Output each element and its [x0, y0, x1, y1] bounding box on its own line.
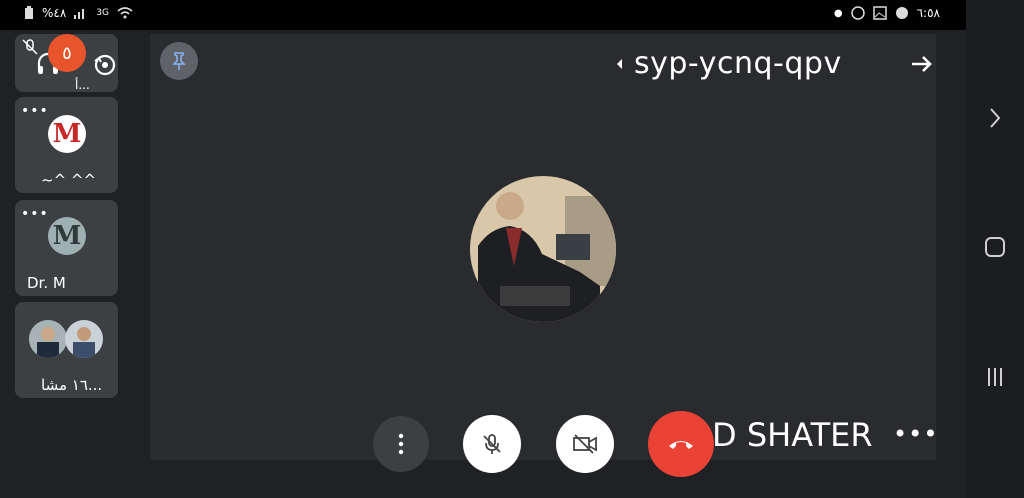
participant-label: Dr. M — [27, 274, 66, 292]
wifi-icon — [117, 7, 133, 19]
end-call-button[interactable] — [648, 411, 714, 477]
person-photo-icon — [29, 320, 67, 358]
pin-icon — [172, 52, 186, 70]
pin-button[interactable] — [160, 42, 198, 80]
avatar: M — [48, 217, 86, 255]
meeting-code: syp-ycnq-qpv — [634, 46, 842, 81]
battery-percent: %٤٨ — [42, 6, 67, 20]
mic-off-icon — [483, 434, 501, 454]
participant-label: ~^ ^^ — [41, 171, 97, 189]
nav-home-button[interactable] — [980, 232, 1010, 262]
more-options-button[interactable] — [373, 416, 429, 472]
nav-recents-icon — [988, 368, 1002, 386]
participant-count-badge[interactable]: ٥ — [48, 34, 86, 72]
participant-tile[interactable]: ••• M Dr. M — [15, 200, 118, 296]
mic-toggle-button[interactable] — [463, 415, 521, 473]
more-vert-icon — [398, 433, 404, 455]
avatar-letter: M — [52, 221, 82, 251]
battery-icon — [25, 6, 33, 19]
camera-switch-icon[interactable] — [92, 52, 118, 78]
more-options-icon[interactable]: ••• — [21, 206, 49, 222]
clock: ٦:٥٨ — [916, 6, 940, 20]
participant-label: ١٦ مشا... — [41, 376, 103, 394]
network-type: 3G — [96, 8, 109, 18]
nav-home-icon — [985, 237, 1005, 257]
status-left: %٤٨ 3G — [24, 6, 133, 20]
globe-icon — [895, 7, 908, 19]
arrow-right-icon[interactable] — [906, 48, 938, 80]
status-right: ● ٦:٥٨ — [834, 6, 940, 20]
status-bar: %٤٨ 3G ● ٦:٥٨ — [0, 0, 966, 30]
nav-recents-button[interactable] — [980, 362, 1010, 392]
meeting-code-bar: syp-ycnq-qpv — [614, 46, 842, 81]
participant-count: ٥ — [62, 42, 72, 64]
avatar — [65, 320, 103, 358]
speaker-arrow-icon[interactable] — [614, 57, 624, 71]
more-options-icon[interactable]: ••• — [21, 103, 49, 119]
avatar — [29, 320, 67, 358]
call-end-icon — [669, 441, 693, 449]
gallery-icon — [872, 6, 887, 20]
nav-forward-icon — [990, 108, 1001, 128]
nav-forward-button[interactable] — [980, 103, 1010, 133]
android-nav-bar — [966, 0, 1024, 498]
presenter-photo — [470, 176, 616, 322]
participant-tile[interactable]: ••• M ~^ ^^ — [15, 97, 118, 193]
notification-dot: ● — [833, 7, 843, 19]
viber-icon — [850, 6, 865, 20]
presenter-more-icon[interactable]: ••• — [893, 420, 938, 448]
person-photo-icon — [65, 320, 103, 358]
avatar: M — [48, 115, 86, 153]
participant-tile[interactable]: ١٦ مشا... — [15, 302, 118, 398]
presenter-name: D SHATER — [712, 416, 873, 454]
camera-off-icon — [573, 434, 597, 454]
camera-toggle-button[interactable] — [556, 415, 614, 473]
signal-icon — [74, 9, 85, 19]
participant-label: أ... — [75, 78, 90, 92]
presenter-avatar — [470, 176, 616, 322]
avatar-letter: M — [52, 119, 82, 149]
